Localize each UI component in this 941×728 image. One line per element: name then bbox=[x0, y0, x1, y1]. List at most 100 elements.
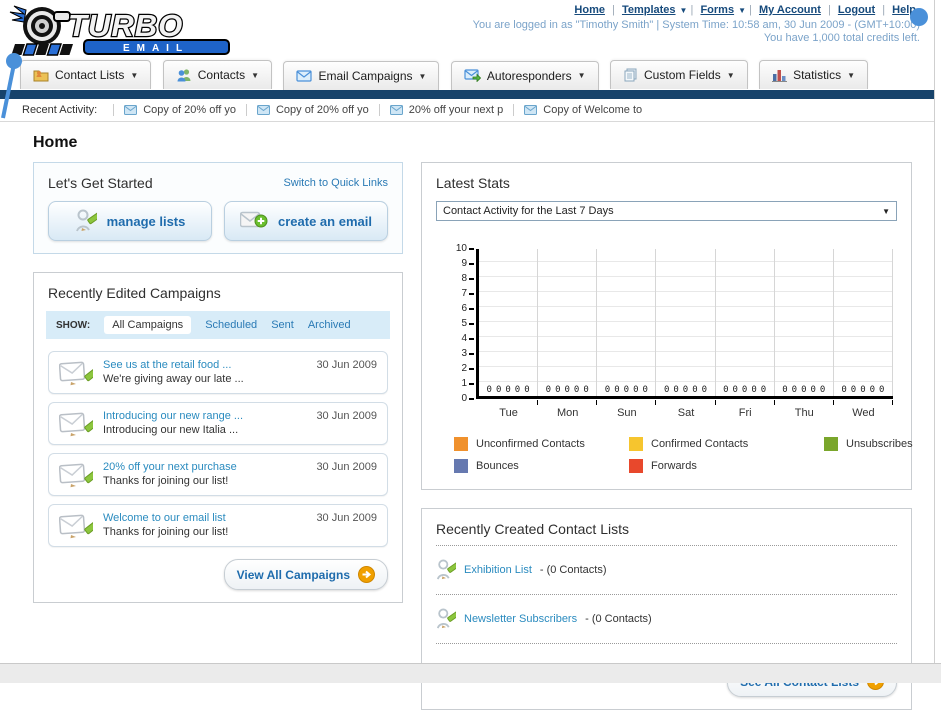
x-tick-label: Wed bbox=[852, 407, 875, 419]
divider bbox=[436, 594, 897, 595]
people-icon bbox=[177, 69, 191, 82]
contact-list-item[interactable]: Exhibition List - (0 Contacts) bbox=[436, 554, 897, 586]
chevron-down-icon: ▼ bbox=[577, 71, 586, 80]
x-tick-label: Fri bbox=[738, 407, 752, 419]
top-link-my-account[interactable]: My Account bbox=[759, 4, 821, 16]
envelope-pencil-icon bbox=[59, 412, 93, 437]
view-all-campaigns-button[interactable]: View All Campaigns bbox=[223, 559, 388, 590]
recent-activity-item[interactable]: Copy of 20% off yo bbox=[113, 104, 246, 116]
chart-day-column: 00000 bbox=[538, 249, 598, 405]
activity-text: Copy of 20% off yo bbox=[143, 104, 236, 116]
page-title: Home bbox=[33, 134, 78, 151]
campaign-subtitle: Thanks for joining our list! bbox=[103, 526, 229, 538]
filter-scheduled[interactable]: Scheduled bbox=[205, 319, 257, 331]
tab-label: Autoresponders bbox=[486, 68, 572, 83]
legend-item: Confirmed Contacts bbox=[629, 437, 824, 451]
campaign-title-link[interactable]: Introducing our new range ... bbox=[103, 410, 306, 422]
chevron-down-icon: ▼ bbox=[738, 6, 746, 15]
value-label: 0 bbox=[701, 385, 708, 395]
y-tick-label: 5 bbox=[461, 318, 474, 329]
value-label: 0 bbox=[692, 385, 698, 395]
value-label: 0 bbox=[564, 385, 570, 395]
logo-graphic: TURBO EMAIL bbox=[9, 5, 230, 56]
create-email-button[interactable]: create an email bbox=[224, 201, 388, 241]
campaigns-title: Recently Edited Campaigns bbox=[48, 285, 221, 301]
value-label: 0 bbox=[545, 385, 552, 395]
tab-statistics[interactable]: Statistics ▼ bbox=[759, 60, 869, 89]
stats-range-dropdown[interactable]: Contact Activity for the Last 7 Days ▼ bbox=[436, 201, 897, 221]
campaign-row[interactable]: Welcome to our email list Thanks for joi… bbox=[48, 504, 388, 547]
envelope-pencil-icon bbox=[59, 361, 93, 386]
turbo-email-logo: TURBO EMAIL bbox=[6, 4, 241, 58]
tab-label: Statistics bbox=[793, 68, 842, 82]
legend-item: Bounces bbox=[454, 459, 629, 473]
legend-item: Unconfirmed Contacts bbox=[454, 437, 629, 451]
tab-contact-lists[interactable]: Contact Lists ▼ bbox=[20, 60, 152, 89]
recent-activity-label: Recent Activity: bbox=[22, 104, 98, 116]
activity-text: Copy of Welcome to bbox=[543, 104, 643, 116]
envelope-icon bbox=[256, 105, 270, 115]
chart-day-column: 00000 bbox=[597, 249, 657, 405]
campaign-date: 30 Jun 2009 bbox=[316, 359, 377, 371]
top-link-templates[interactable]: Templates bbox=[622, 4, 676, 16]
contact-list-count: - (0 Contacts) bbox=[539, 564, 607, 576]
campaign-row[interactable]: Introducing our new range ... Introducin… bbox=[48, 402, 388, 445]
value-label: 0 bbox=[604, 385, 611, 395]
top-link-home[interactable]: Home bbox=[574, 4, 605, 16]
value-label: 0 bbox=[801, 385, 807, 395]
campaign-title-link[interactable]: 20% off your next purchase bbox=[103, 461, 306, 473]
recent-activity-item[interactable]: 20% off your next p bbox=[378, 104, 514, 116]
x-tick-label: Sat bbox=[677, 407, 695, 419]
value-label: 0 bbox=[524, 385, 530, 395]
value-label: 0 bbox=[782, 385, 788, 395]
campaign-subtitle: We're giving away our late ... bbox=[103, 373, 244, 385]
value-label: 0 bbox=[741, 385, 748, 395]
chart-y-axis: 10 9 8 7 6 5 4 3 2 1 0 bbox=[450, 243, 476, 404]
tab-autoresponders[interactable]: Autoresponders ▼ bbox=[450, 60, 599, 90]
top-link-forms[interactable]: Forms bbox=[700, 4, 734, 16]
bar-chart-icon bbox=[772, 70, 788, 82]
campaign-title-link[interactable]: Welcome to our email list bbox=[103, 512, 306, 524]
contact-list-link[interactable]: Exhibition List bbox=[464, 564, 532, 576]
campaign-row[interactable]: 20% off your next purchase Thanks for jo… bbox=[48, 453, 388, 496]
get-started-panel: Let's Get Started Switch to Quick Links … bbox=[33, 162, 403, 254]
tab-contacts[interactable]: Contacts ▼ bbox=[162, 60, 273, 89]
manage-lists-button[interactable]: manage lists bbox=[48, 201, 212, 241]
value-labels: 00000 bbox=[716, 385, 774, 395]
value-labels: 00000 bbox=[538, 385, 596, 395]
filter-archived[interactable]: Archived bbox=[308, 319, 351, 331]
campaign-title-link[interactable]: See us at the retail food ... bbox=[103, 359, 306, 371]
filter-all-campaigns[interactable]: All Campaigns bbox=[104, 316, 192, 334]
y-tick-label: 0 bbox=[461, 393, 474, 404]
legend-swatch bbox=[629, 437, 643, 451]
recent-activity-bar: Recent Activity: Copy of 20% off yo Copy… bbox=[0, 99, 934, 122]
filter-sent[interactable]: Sent bbox=[271, 319, 294, 331]
value-label: 0 bbox=[642, 385, 648, 395]
legend-label: Bounces bbox=[476, 460, 519, 472]
footer-strip bbox=[0, 663, 941, 683]
contact-list-item[interactable]: Newsletter Subscribers - (0 Contacts) bbox=[436, 603, 897, 635]
recent-activity-item[interactable]: Copy of Welcome to bbox=[513, 104, 652, 116]
value-label: 0 bbox=[583, 385, 589, 395]
campaign-row[interactable]: See us at the retail food ... We're givi… bbox=[48, 351, 388, 394]
tab-custom-fields[interactable]: Custom Fields ▼ bbox=[610, 60, 748, 89]
legend-label: Unsubscribes bbox=[846, 438, 913, 450]
recent-activity-item[interactable]: Copy of 20% off yo bbox=[245, 104, 379, 116]
chevron-down-icon: ▼ bbox=[251, 70, 260, 80]
divider bbox=[436, 643, 897, 644]
chart-day-column: 00000 bbox=[834, 249, 894, 405]
x-tick-label: Mon bbox=[557, 407, 579, 419]
y-tick-label: 6 bbox=[461, 303, 474, 314]
contact-list-link[interactable]: Newsletter Subscribers bbox=[464, 613, 577, 625]
switch-quick-links[interactable]: Switch to Quick Links bbox=[283, 177, 388, 189]
top-link-logout[interactable]: Logout bbox=[838, 4, 875, 16]
value-label: 0 bbox=[841, 385, 847, 395]
envelope-icon bbox=[296, 70, 313, 82]
value-label: 0 bbox=[663, 385, 670, 395]
value-label: 0 bbox=[810, 385, 816, 395]
campaign-date: 30 Jun 2009 bbox=[316, 461, 377, 473]
envelope-arrow-icon bbox=[464, 69, 481, 82]
campaign-date: 30 Jun 2009 bbox=[316, 512, 377, 524]
header-right: Home | Templates ▼ | Forms ▼ | My Account … bbox=[473, 4, 928, 45]
tab-email-campaigns[interactable]: Email Campaigns ▼ bbox=[283, 61, 440, 90]
